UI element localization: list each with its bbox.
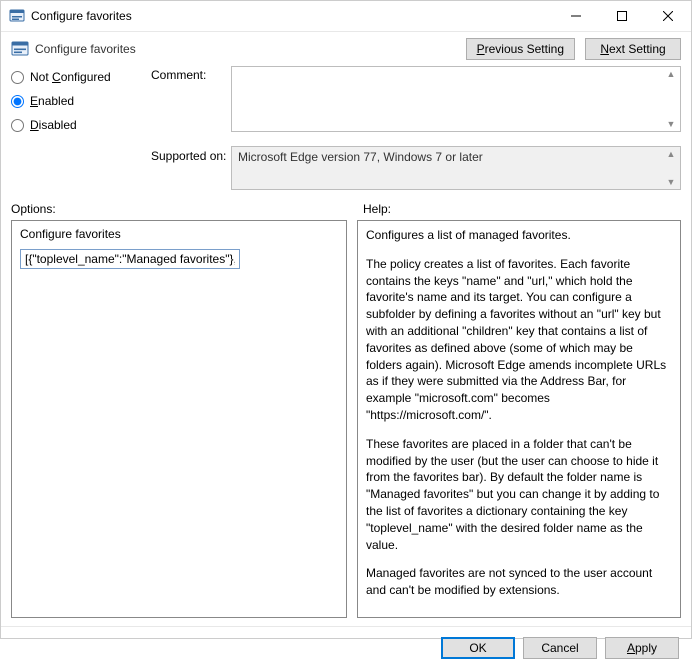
radio-disabled-label: Disabled (30, 118, 77, 132)
options-label: Options: (11, 202, 347, 216)
help-p1: Configures a list of managed favorites. (366, 227, 672, 244)
radio-enabled-input[interactable] (11, 95, 24, 108)
supported-on-label: Supported on: (151, 146, 231, 163)
panels-row: Configure favorites Configures a list of… (1, 220, 691, 626)
policy-header-icon (11, 40, 29, 58)
radio-disabled[interactable]: Disabled (11, 118, 151, 132)
header-row: Configure favorites Previous Setting Nex… (11, 38, 681, 60)
policy-icon (9, 8, 25, 24)
minimize-button[interactable] (553, 1, 599, 31)
help-label: Help: (363, 202, 391, 216)
supported-on-box: Microsoft Edge version 77, Windows 7 or … (231, 146, 681, 190)
panel-labels: Options: Help: (1, 202, 691, 220)
config-grid: Not Configured Enabled Disabled Comment:… (11, 66, 681, 190)
radio-not-configured[interactable]: Not Configured (11, 70, 151, 84)
supported-spinner-down[interactable]: ▼ (664, 177, 678, 187)
help-text[interactable]: Configures a list of managed favorites. … (358, 221, 680, 617)
help-panel: Configures a list of managed favorites. … (357, 220, 681, 618)
help-p2: The policy creates a list of favorites. … (366, 256, 672, 424)
radio-disabled-input[interactable] (11, 119, 24, 132)
radio-enabled[interactable]: Enabled (11, 94, 151, 108)
nav-buttons: Previous Setting Next Setting (466, 38, 681, 60)
previous-setting-button[interactable]: Previous Setting (466, 38, 575, 60)
ok-button[interactable]: OK (441, 637, 515, 659)
previous-label-rest: revious Setting (485, 42, 564, 56)
comment-label: Comment: (151, 66, 231, 82)
state-radio-group: Not Configured Enabled Disabled (11, 66, 151, 132)
radio-enabled-label: Enabled (30, 94, 74, 108)
supported-on-text: Microsoft Edge version 77, Windows 7 or … (238, 150, 483, 164)
window-title: Configure favorites (31, 9, 553, 23)
dialog-content: Configure favorites Previous Setting Nex… (1, 32, 691, 669)
apply-rest: pply (635, 641, 657, 655)
apply-button[interactable]: Apply (605, 637, 679, 659)
supported-spinner-up[interactable]: ▲ (664, 149, 678, 159)
titlebar: Configure favorites (1, 1, 691, 32)
dialog-button-bar: OK Cancel Apply (1, 626, 691, 669)
radio-not-configured-input[interactable] (11, 71, 24, 84)
options-title: Configure favorites (20, 227, 338, 241)
options-panel: Configure favorites (11, 220, 347, 618)
next-label-rest: ext Setting (609, 42, 666, 56)
header-title: Configure favorites (35, 42, 136, 56)
help-p4: Managed favorites are not synced to the … (366, 565, 672, 599)
close-button[interactable] (645, 1, 691, 31)
maximize-button[interactable] (599, 1, 645, 31)
help-p3: These favorites are placed in a folder t… (366, 436, 672, 554)
comment-spinner-down[interactable]: ▼ (664, 119, 678, 129)
top-section: Configure favorites Previous Setting Nex… (1, 32, 691, 200)
dialog-window: Configure favorites Conf (0, 0, 692, 639)
comment-textarea[interactable]: ▲ ▼ (231, 66, 681, 132)
cancel-button[interactable]: Cancel (523, 637, 597, 659)
radio-not-configured-label: Not Configured (30, 70, 111, 84)
options-value-input[interactable] (20, 249, 240, 269)
options-inner: Configure favorites (12, 221, 346, 275)
next-setting-button[interactable]: Next Setting (585, 38, 681, 60)
comment-spinner-up[interactable]: ▲ (664, 69, 678, 79)
